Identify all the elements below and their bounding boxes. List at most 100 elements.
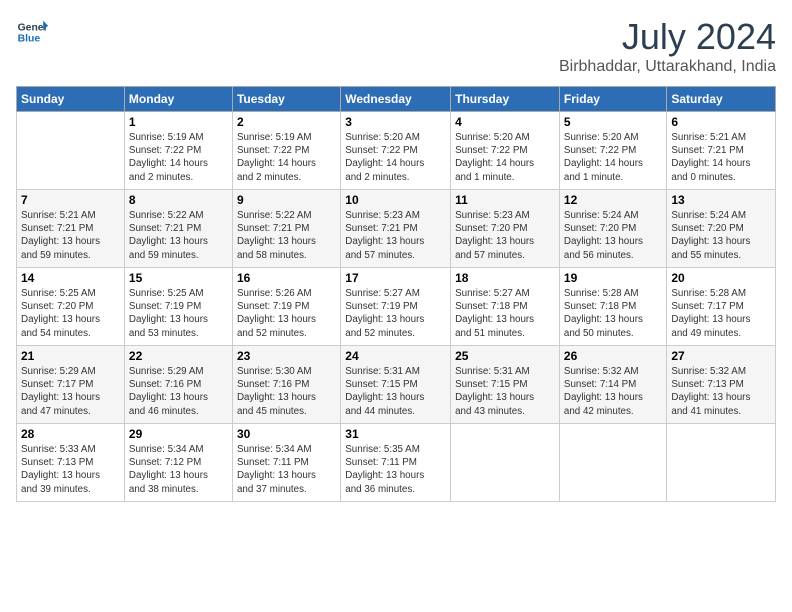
day-number: 17	[345, 271, 446, 285]
day-info: Sunrise: 5:25 AM Sunset: 7:19 PM Dayligh…	[129, 287, 228, 340]
table-cell: 23Sunrise: 5:30 AM Sunset: 7:16 PM Dayli…	[232, 346, 340, 424]
day-number: 22	[129, 349, 228, 363]
svg-text:Blue: Blue	[18, 34, 41, 45]
table-cell: 21 Sunrise: 5:29 AM Sunset: 7:17 PM Dayli…	[17, 346, 125, 424]
day-info: Sunrise: 5:29 AM Sunset: 7:16 PM Dayligh…	[129, 365, 228, 418]
table-cell	[17, 112, 125, 190]
col-wednesday: Wednesday	[341, 87, 451, 112]
table-cell: 24 Sunrise: 5:31 AM Sunset: 7:15 PM Dayli…	[341, 346, 451, 424]
day-info: Sunrise: 5:24 AM Sunset: 7:20 PM Dayligh…	[564, 209, 662, 262]
table-cell: 18 Sunrise: 5:27 AM Sunset: 7:18 PM Dayli…	[451, 268, 560, 346]
table-cell: 8 Sunrise: 5:22 AM Sunset: 7:21 PM Daylig…	[124, 190, 232, 268]
logo: General Blue	[16, 16, 48, 48]
day-info: Sunrise: 5:22 AM Sunset: 7:21 PM Dayligh…	[129, 209, 228, 262]
table-cell: 15 Sunrise: 5:25 AM Sunset: 7:19 PM Dayli…	[124, 268, 232, 346]
day-info: Sunrise: 5:20 AM Sunset: 7:22 PM Dayligh…	[564, 131, 662, 184]
day-number: 31	[345, 427, 446, 441]
table-cell: 26 Sunrise: 5:32 AM Sunset: 7:14 PM Dayli…	[559, 346, 666, 424]
day-number: 9	[237, 193, 336, 207]
week-row-1: 1 Sunrise: 5:19 AM Sunset: 7:22 PM Daylig…	[17, 112, 776, 190]
day-info: Sunrise: 5:29 AM Sunset: 7:17 PM Dayligh…	[21, 365, 120, 418]
title-block: July 2024 Birbhaddar, Uttarakhand, India	[559, 16, 776, 76]
day-number: 5	[564, 115, 662, 129]
table-cell	[667, 424, 776, 502]
day-number: 11	[455, 193, 555, 207]
day-info: Sunrise: 5:20 AM Sunset: 7:22 PM Dayligh…	[345, 131, 446, 184]
table-cell: 25 Sunrise: 5:31 AM Sunset: 7:15 PM Dayli…	[451, 346, 560, 424]
table-cell: 20Sunrise: 5:28 AM Sunset: 7:17 PM Dayli…	[667, 268, 776, 346]
week-row-4: 21 Sunrise: 5:29 AM Sunset: 7:17 PM Dayli…	[17, 346, 776, 424]
day-number: 15	[129, 271, 228, 285]
location: Birbhaddar, Uttarakhand, India	[559, 58, 776, 76]
table-cell: 13 Sunrise: 5:24 AM Sunset: 7:20 PM Dayli…	[667, 190, 776, 268]
day-number: 19	[564, 271, 662, 285]
day-number: 7	[21, 193, 120, 207]
day-info: Sunrise: 5:21 AM Sunset: 7:21 PM Dayligh…	[21, 209, 120, 262]
day-number: 6	[671, 115, 771, 129]
day-number: 28	[21, 427, 120, 441]
day-number: 26	[564, 349, 662, 363]
day-info: Sunrise: 5:28 AM Sunset: 7:18 PM Dayligh…	[564, 287, 662, 340]
day-info: Sunrise: 5:19 AM Sunset: 7:22 PM Dayligh…	[129, 131, 228, 184]
day-number: 13	[671, 193, 771, 207]
logo-icon: General Blue	[16, 16, 48, 48]
week-row-2: 7 Sunrise: 5:21 AM Sunset: 7:21 PM Daylig…	[17, 190, 776, 268]
day-number: 21	[21, 349, 120, 363]
col-friday: Friday	[559, 87, 666, 112]
col-thursday: Thursday	[451, 87, 560, 112]
table-cell: 3Sunrise: 5:20 AM Sunset: 7:22 PM Daylig…	[341, 112, 451, 190]
table-cell: 19 Sunrise: 5:28 AM Sunset: 7:18 PM Dayli…	[559, 268, 666, 346]
day-number: 25	[455, 349, 555, 363]
day-info: Sunrise: 5:34 AM Sunset: 7:12 PM Dayligh…	[129, 443, 228, 496]
day-number: 8	[129, 193, 228, 207]
col-sunday: Sunday	[17, 87, 125, 112]
day-info: Sunrise: 5:31 AM Sunset: 7:15 PM Dayligh…	[345, 365, 446, 418]
table-cell: 14Sunrise: 5:25 AM Sunset: 7:20 PM Dayli…	[17, 268, 125, 346]
table-cell: 1 Sunrise: 5:19 AM Sunset: 7:22 PM Daylig…	[124, 112, 232, 190]
table-cell: 5 Sunrise: 5:20 AM Sunset: 7:22 PM Daylig…	[559, 112, 666, 190]
day-info: Sunrise: 5:19 AM Sunset: 7:22 PM Dayligh…	[237, 131, 336, 184]
week-row-3: 14Sunrise: 5:25 AM Sunset: 7:20 PM Dayli…	[17, 268, 776, 346]
day-info: Sunrise: 5:35 AM Sunset: 7:11 PM Dayligh…	[345, 443, 446, 496]
month-title: July 2024	[559, 16, 776, 58]
table-cell: 30Sunrise: 5:34 AM Sunset: 7:11 PM Dayli…	[232, 424, 340, 502]
day-number: 10	[345, 193, 446, 207]
table-cell	[451, 424, 560, 502]
col-tuesday: Tuesday	[232, 87, 340, 112]
day-number: 14	[21, 271, 120, 285]
day-info: Sunrise: 5:28 AM Sunset: 7:17 PM Dayligh…	[671, 287, 771, 340]
day-number: 2	[237, 115, 336, 129]
col-monday: Monday	[124, 87, 232, 112]
table-cell: 4 Sunrise: 5:20 AM Sunset: 7:22 PM Daylig…	[451, 112, 560, 190]
page: General Blue July 2024 Birbhaddar, Uttar…	[0, 0, 792, 612]
day-info: Sunrise: 5:23 AM Sunset: 7:20 PM Dayligh…	[455, 209, 555, 262]
table-cell: 22 Sunrise: 5:29 AM Sunset: 7:16 PM Dayli…	[124, 346, 232, 424]
table-cell: 17 Sunrise: 5:27 AM Sunset: 7:19 PM Dayli…	[341, 268, 451, 346]
table-cell: 11 Sunrise: 5:23 AM Sunset: 7:20 PM Dayli…	[451, 190, 560, 268]
day-number: 4	[455, 115, 555, 129]
table-cell: 12 Sunrise: 5:24 AM Sunset: 7:20 PM Dayli…	[559, 190, 666, 268]
day-number: 24	[345, 349, 446, 363]
day-number: 18	[455, 271, 555, 285]
table-cell: 9 Sunrise: 5:22 AM Sunset: 7:21 PM Daylig…	[232, 190, 340, 268]
table-cell: 6 Sunrise: 5:21 AM Sunset: 7:21 PM Daylig…	[667, 112, 776, 190]
day-info: Sunrise: 5:33 AM Sunset: 7:13 PM Dayligh…	[21, 443, 120, 496]
table-cell: 2 Sunrise: 5:19 AM Sunset: 7:22 PM Daylig…	[232, 112, 340, 190]
day-info: Sunrise: 5:27 AM Sunset: 7:18 PM Dayligh…	[455, 287, 555, 340]
day-info: Sunrise: 5:27 AM Sunset: 7:19 PM Dayligh…	[345, 287, 446, 340]
day-info: Sunrise: 5:21 AM Sunset: 7:21 PM Dayligh…	[671, 131, 771, 184]
header-row: Sunday Monday Tuesday Wednesday Thursday…	[17, 87, 776, 112]
table-cell: 28 Sunrise: 5:33 AM Sunset: 7:13 PM Dayli…	[17, 424, 125, 502]
day-info: Sunrise: 5:22 AM Sunset: 7:21 PM Dayligh…	[237, 209, 336, 262]
day-info: Sunrise: 5:32 AM Sunset: 7:14 PM Dayligh…	[564, 365, 662, 418]
day-number: 27	[671, 349, 771, 363]
day-info: Sunrise: 5:31 AM Sunset: 7:15 PM Dayligh…	[455, 365, 555, 418]
day-number: 12	[564, 193, 662, 207]
table-cell: 29Sunrise: 5:34 AM Sunset: 7:12 PM Dayli…	[124, 424, 232, 502]
day-info: Sunrise: 5:24 AM Sunset: 7:20 PM Dayligh…	[671, 209, 771, 262]
day-info: Sunrise: 5:26 AM Sunset: 7:19 PM Dayligh…	[237, 287, 336, 340]
day-number: 1	[129, 115, 228, 129]
table-cell: 31 Sunrise: 5:35 AM Sunset: 7:11 PM Dayli…	[341, 424, 451, 502]
col-saturday: Saturday	[667, 87, 776, 112]
day-info: Sunrise: 5:20 AM Sunset: 7:22 PM Dayligh…	[455, 131, 555, 184]
